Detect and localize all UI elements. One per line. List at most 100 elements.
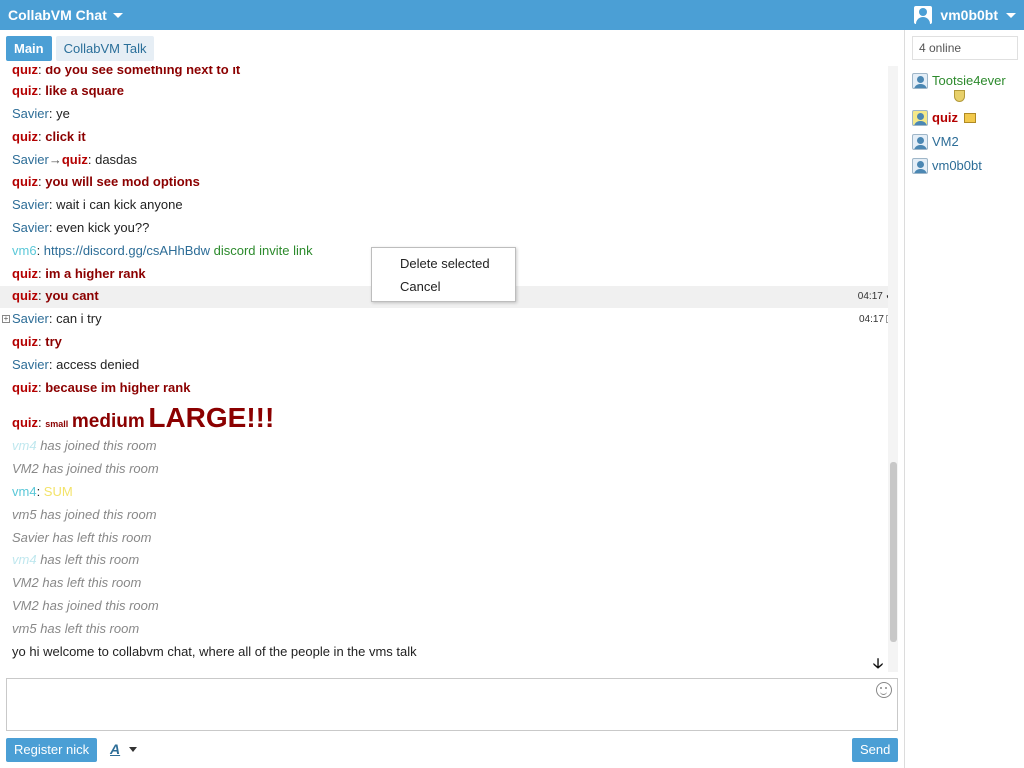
font-style-icon: A	[110, 741, 121, 757]
emoji-icon[interactable]	[876, 682, 892, 698]
top-bar: CollabVM Chat vm0b0bt	[0, 0, 1024, 30]
context-menu: Delete selected Cancel	[371, 247, 516, 302]
user-icon	[912, 110, 928, 126]
system-message: VM2 has left this room	[12, 575, 142, 590]
system-message: vm4 has joined this room	[12, 438, 157, 453]
user-icon	[912, 134, 928, 150]
message-nick[interactable]: quiz	[12, 334, 38, 349]
register-nick-button[interactable]: Register nick	[6, 738, 98, 762]
expand-icon[interactable]: +	[2, 315, 10, 323]
font-style-dropdown[interactable]: A	[110, 741, 138, 757]
message-nick[interactable]: vm4	[12, 484, 37, 499]
chat-message[interactable]: vm4: SUM	[12, 482, 73, 502]
message-text: im a higher rank	[45, 266, 146, 281]
chevron-down-icon	[129, 746, 138, 752]
user-avatar-icon	[914, 6, 933, 24]
message-nick[interactable]: Savier	[12, 357, 49, 372]
user-icon	[912, 73, 928, 89]
chat-message[interactable]: quiz: try	[12, 332, 62, 352]
chat-message[interactable]: quiz: because im higher rank	[12, 378, 190, 398]
system-message: VM2 has joined this room	[12, 461, 159, 476]
system-message: Savier has left this room	[12, 530, 152, 545]
message-text-large: LARGE!!!	[148, 402, 275, 433]
message-text-medium: medium	[71, 411, 145, 432]
arrow-icon: →	[48, 152, 62, 167]
message-nick[interactable]: Savier	[12, 197, 49, 212]
message-text: yo hi welcome to collabvm chat, where al…	[12, 644, 417, 659]
message-text: you will see mod options	[45, 174, 200, 189]
message-nick[interactable]: Savier	[12, 106, 49, 121]
chat-message[interactable]: quiz: small medium LARGE!!!	[12, 402, 274, 434]
message-nick[interactable]: quiz	[12, 83, 38, 98]
message-text: dasdas	[95, 152, 138, 167]
chat-message[interactable]: quiz: you will see mod options	[12, 172, 200, 192]
message-nick[interactable]: vm6	[12, 243, 37, 258]
message-text: wait i can kick anyone	[56, 197, 183, 212]
chat-message[interactable]: Savier: wait i can kick anyone	[12, 195, 183, 215]
chat-message[interactable]: quiz: im a higher rank	[12, 264, 146, 284]
message-nick[interactable]: quiz	[12, 266, 38, 281]
message-text: do you see something next to it	[45, 66, 241, 77]
app-title-menu[interactable]: CollabVM Chat	[0, 7, 123, 23]
tab-main[interactable]: Main	[6, 36, 52, 61]
message-nick[interactable]: quiz	[12, 129, 38, 144]
message-text: try	[45, 334, 62, 349]
chat-message[interactable]: quiz: like a square	[12, 81, 124, 101]
message-text: because im higher rank	[45, 380, 191, 395]
chat-message-private[interactable]: Savier→quiz: dasdas	[12, 150, 137, 170]
tab-collabvm-talk[interactable]: CollabVM Talk	[55, 36, 155, 61]
message-target-nick[interactable]: quiz	[62, 152, 88, 167]
message-nick[interactable]: quiz	[12, 288, 38, 303]
app-title: CollabVM Chat	[8, 7, 107, 23]
online-count: 4 online	[912, 36, 1018, 60]
menu-item-delete-selected[interactable]: Delete selected	[372, 254, 515, 277]
message-text: SUM	[43, 484, 73, 499]
message-nick[interactable]: quiz	[12, 415, 38, 430]
message-nick[interactable]: Savier	[12, 152, 49, 167]
scroll-to-bottom-icon[interactable]: 🡣	[873, 653, 883, 677]
user-list-item[interactable]: quiz	[912, 110, 976, 126]
user-list-item[interactable]: Tootsie4ever	[912, 73, 1006, 105]
system-message: VM2 has joined this room	[12, 598, 159, 613]
user-name: Tootsie4ever	[932, 73, 1006, 88]
user-name: quiz	[932, 110, 958, 125]
message-text: ye	[56, 106, 70, 121]
message-text: click it	[45, 129, 86, 144]
chat-scrollbar-thumb[interactable]	[890, 462, 897, 642]
chevron-down-icon	[1006, 12, 1016, 18]
message-nick[interactable]: quiz	[12, 380, 38, 395]
crown-icon	[964, 113, 976, 123]
send-button[interactable]: Send	[852, 738, 899, 762]
message-text: even kick you??	[56, 220, 150, 235]
message-nick[interactable]: Savier	[12, 311, 49, 326]
chat-message[interactable]: Savier: access denied	[12, 355, 139, 375]
chat-message[interactable]: vm6: https://discord.gg/csAHhBdw discord…	[12, 241, 313, 261]
menu-item-cancel[interactable]: Cancel	[372, 277, 515, 300]
message-text: discord invite link	[213, 243, 313, 258]
message-nick[interactable]: Savier	[12, 220, 49, 235]
message-link[interactable]: https://discord.gg/csAHhBdw	[44, 243, 210, 258]
chat-message[interactable]: Savier: can i try	[12, 309, 102, 329]
user-name: VM2	[932, 134, 959, 149]
message-nick[interactable]: quiz	[12, 66, 38, 77]
user-menu[interactable]: vm0b0bt	[914, 6, 1024, 24]
user-list-item[interactable]: vm0b0bt	[912, 158, 982, 174]
message-text-small: small	[45, 419, 69, 429]
chevron-down-icon	[112, 12, 123, 18]
chat-message[interactable]: quiz: do you see something next to it	[12, 66, 240, 80]
user-icon	[912, 158, 928, 174]
user-list-item[interactable]: VM2	[912, 134, 959, 150]
message-text: can i try	[56, 311, 102, 326]
chat-message[interactable]: yo hi welcome to collabvm chat, where al…	[12, 642, 417, 662]
chat-message[interactable]: quiz: click it	[12, 127, 86, 147]
message-input[interactable]	[7, 679, 897, 730]
chat-message-selected[interactable]: quiz: you cant	[12, 286, 99, 306]
message-nick[interactable]: quiz	[12, 174, 38, 189]
system-message: vm5 has joined this room	[12, 507, 157, 522]
chat-message[interactable]: Savier: ye	[12, 104, 70, 124]
chat-message[interactable]: Savier: even kick you??	[12, 218, 149, 238]
system-message: vm4 has left this room	[12, 552, 140, 567]
room-tabs: Main CollabVM Talk	[6, 36, 155, 61]
chat-log[interactable]: quiz: do you see something next to it qu…	[0, 66, 898, 672]
message-text: access denied	[56, 357, 140, 372]
